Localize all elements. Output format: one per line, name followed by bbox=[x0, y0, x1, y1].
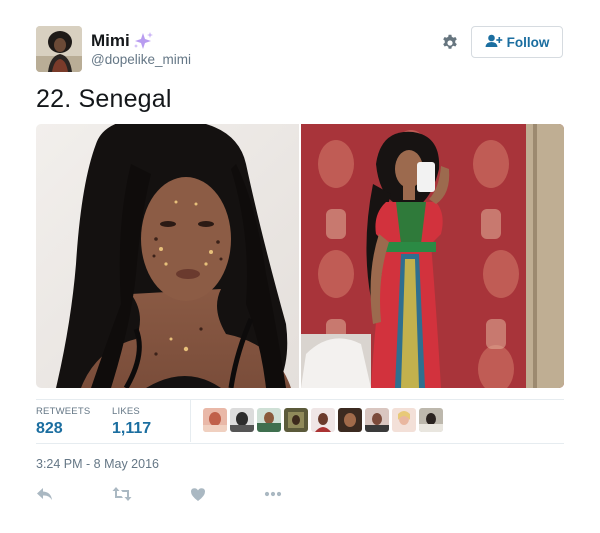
more-dots-icon[interactable] bbox=[264, 485, 282, 503]
user-avatar[interactable] bbox=[36, 26, 82, 72]
stats-separator bbox=[190, 400, 191, 442]
avatar-image bbox=[36, 26, 82, 72]
photo-right[interactable] bbox=[301, 124, 564, 388]
reply-icon[interactable] bbox=[36, 485, 54, 503]
liker-avatar[interactable] bbox=[203, 408, 227, 432]
tweet-text: 22. Senegal bbox=[36, 85, 172, 113]
stats-top-divider bbox=[36, 399, 564, 400]
likes-stat[interactable]: LIKES 1,117 bbox=[112, 406, 151, 438]
tweet-card: Mimi @dopelike_mimi Follow 22. Senegal R… bbox=[0, 0, 600, 533]
tweet-media[interactable] bbox=[36, 124, 564, 388]
tweet-timestamp[interactable]: 3:24 PM - 8 May 2016 bbox=[36, 457, 159, 471]
retweet-icon[interactable] bbox=[112, 485, 132, 503]
follow-label: Follow bbox=[506, 34, 550, 50]
name-row: Mimi bbox=[91, 30, 154, 52]
retweets-count: 828 bbox=[36, 420, 63, 437]
liker-avatar[interactable] bbox=[365, 408, 389, 432]
like-heart-icon[interactable] bbox=[190, 485, 206, 503]
liker-avatar[interactable] bbox=[230, 408, 254, 432]
follow-person-icon bbox=[485, 34, 503, 51]
settings-gear-icon[interactable] bbox=[441, 34, 459, 52]
display-name[interactable]: Mimi bbox=[91, 31, 130, 51]
likes-count: 1,117 bbox=[112, 420, 152, 437]
liker-avatar[interactable] bbox=[392, 408, 416, 432]
liker-avatar[interactable] bbox=[257, 408, 281, 432]
retweets-label: RETWEETS bbox=[36, 406, 91, 417]
retweets-stat[interactable]: RETWEETS 828 bbox=[36, 406, 90, 438]
likes-label: LIKES bbox=[112, 406, 140, 417]
stats-bottom-divider bbox=[36, 443, 564, 444]
liker-avatar[interactable] bbox=[419, 408, 443, 432]
liker-avatars bbox=[203, 408, 443, 432]
liker-avatar[interactable] bbox=[338, 408, 362, 432]
sparkles-emoji bbox=[132, 31, 154, 51]
follow-button[interactable]: Follow bbox=[471, 26, 563, 58]
liker-avatar[interactable] bbox=[311, 408, 335, 432]
liker-avatar[interactable] bbox=[284, 408, 308, 432]
user-handle[interactable]: @dopelike_mimi bbox=[91, 52, 191, 67]
photo-left[interactable] bbox=[36, 124, 299, 388]
